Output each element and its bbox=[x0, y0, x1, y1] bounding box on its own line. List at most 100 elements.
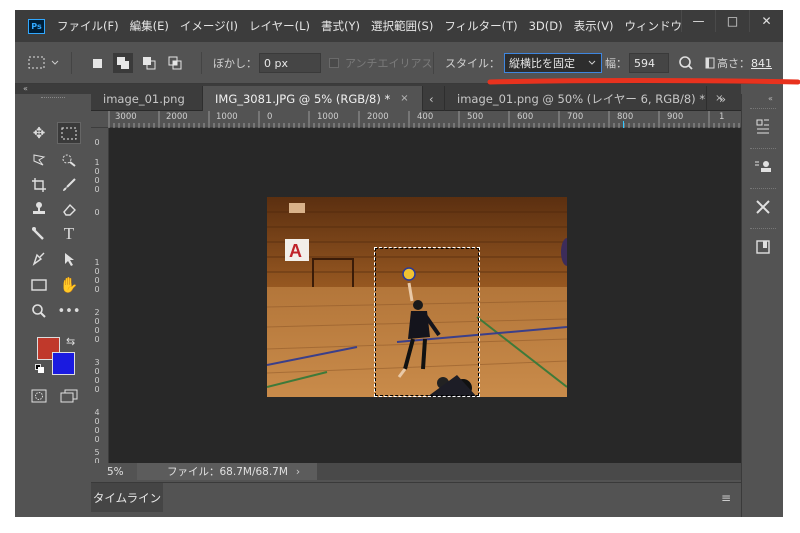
clone-source-panel-icon[interactable] bbox=[752, 156, 774, 178]
properties-panel-icon[interactable] bbox=[752, 236, 774, 258]
status-bar: 5% ファイル：68.7M/68.7M › bbox=[91, 463, 741, 480]
menu-items: ファイル(F) 編集(E) イメージ(I) レイヤー(L) 書式(Y) 選択範囲… bbox=[57, 10, 682, 42]
tools-panel: ✥ T ✋ ••• ⇆ bbox=[15, 94, 91, 404]
style-label: スタイル： bbox=[445, 57, 500, 70]
photoshop-window: Ps ファイル(F) 編集(E) イメージ(I) レイヤー(L) 書式(Y) 選… bbox=[15, 10, 783, 517]
zoom-level[interactable]: 5% bbox=[91, 466, 137, 478]
panel-collapse-left[interactable]: « bbox=[15, 84, 91, 94]
stamp-tool-icon[interactable] bbox=[27, 198, 51, 220]
panel-menu-icon[interactable]: ≡ bbox=[721, 491, 731, 505]
menu-view[interactable]: 表示(V) bbox=[574, 18, 614, 34]
ruler-label: 0 bbox=[94, 208, 100, 217]
tab-image-01-50[interactable]: image_01.png @ 50% (レイヤー 6, RGB/8) * × bbox=[445, 86, 723, 111]
panel-collapse-right[interactable]: « bbox=[768, 94, 773, 103]
feather-label: ぼかし： bbox=[213, 57, 257, 70]
intersect-selection-button[interactable] bbox=[165, 53, 185, 73]
menu-type[interactable]: 書式(Y) bbox=[321, 18, 360, 34]
tool-preset-picker[interactable] bbox=[27, 42, 60, 84]
style-select-value: 縦横比を固定 bbox=[509, 57, 575, 70]
more-tools-icon[interactable]: ••• bbox=[57, 300, 81, 322]
pen-tool-icon[interactable] bbox=[27, 248, 51, 270]
crop-tool-icon[interactable] bbox=[27, 174, 51, 196]
antialias-control: アンチエイリアス bbox=[329, 42, 433, 84]
menu-file[interactable]: ファイル(F) bbox=[57, 18, 119, 34]
horizontal-scrollbar[interactable] bbox=[317, 463, 741, 480]
rectangle-tool-icon[interactable] bbox=[27, 274, 51, 296]
ruler-label: 400 bbox=[417, 112, 434, 122]
tab-label: image_01.png bbox=[103, 91, 185, 106]
menu-edit[interactable]: 編集(E) bbox=[130, 18, 169, 34]
ruler-label: 700 bbox=[567, 112, 584, 122]
timeline-tab[interactable]: タイムライン bbox=[91, 483, 163, 512]
timeline-panel: タイムライン ≡ bbox=[91, 482, 741, 512]
menu-image[interactable]: イメージ(I) bbox=[180, 18, 238, 34]
ruler-vertical: 0 1 0 0 0 0 1 0 0 0 2 0 0 0 3 0 0 0 4 0 … bbox=[91, 128, 109, 466]
document-info-text: ファイル：68.7M/68.7M bbox=[167, 466, 288, 478]
type-tool-icon[interactable]: T bbox=[57, 223, 81, 245]
background-color-swatch[interactable] bbox=[52, 352, 75, 375]
move-tool-icon[interactable]: ✥ bbox=[27, 122, 51, 144]
ruler-label: 1 0 0 0 bbox=[94, 158, 100, 194]
menu-filter[interactable]: フィルター(T) bbox=[444, 18, 517, 34]
ruler-label: 3000 bbox=[115, 112, 137, 122]
ruler-label: 500 bbox=[467, 112, 484, 122]
new-selection-button[interactable] bbox=[87, 53, 107, 73]
ruler-label: 600 bbox=[517, 112, 534, 122]
panel-grip bbox=[41, 97, 65, 99]
ruler-horizontal: 3000 2000 1000 0 1000 2000 400 500 600 7… bbox=[91, 111, 741, 129]
menu-bar: Ps ファイル(F) 編集(E) イメージ(I) レイヤー(L) 書式(Y) 選… bbox=[15, 10, 783, 42]
chevron-down-icon bbox=[588, 60, 596, 65]
photoshop-logo: Ps bbox=[28, 19, 45, 34]
tab-scroll-left[interactable]: ‹ bbox=[423, 86, 445, 111]
subtract-selection-button[interactable] bbox=[139, 53, 159, 73]
ruler-label: 2 0 0 0 bbox=[94, 308, 100, 344]
close-tab-icon[interactable]: × bbox=[400, 93, 408, 104]
marquee-selection[interactable] bbox=[374, 247, 480, 397]
tab-overflow-button[interactable]: » bbox=[709, 86, 741, 111]
tab-label: image_01.png @ 50% (レイヤー 6, RGB/8) * bbox=[457, 91, 706, 106]
status-menu-arrow[interactable]: › bbox=[296, 466, 300, 478]
eraser-tool-icon[interactable] bbox=[57, 198, 81, 220]
menu-window[interactable]: ウィンドウ bbox=[624, 18, 682, 34]
ruler-label: 0 bbox=[267, 112, 273, 122]
maximize-button[interactable]: □ bbox=[715, 10, 749, 32]
document-tabs: image_01.png IMG_3081.JPG @ 5% (RGB/8) *… bbox=[91, 84, 741, 111]
add-selection-button[interactable] bbox=[113, 53, 133, 73]
quick-selection-tool-icon[interactable] bbox=[57, 149, 81, 171]
zoom-tool-icon[interactable] bbox=[27, 300, 51, 322]
right-panel-dock: « bbox=[741, 94, 783, 517]
tab-image-01[interactable]: image_01.png bbox=[91, 86, 203, 111]
ruler-label: 4 0 0 0 bbox=[94, 408, 100, 444]
width-input[interactable]: 594 bbox=[629, 53, 669, 73]
brush-tool-icon[interactable] bbox=[57, 174, 81, 196]
ruler-label: 1 bbox=[719, 112, 725, 122]
antialias-checkbox[interactable] bbox=[329, 58, 339, 68]
history-panel-icon[interactable] bbox=[752, 116, 774, 138]
ruler-ticks bbox=[108, 111, 740, 128]
tool-presets-panel-icon[interactable] bbox=[752, 196, 774, 218]
close-button[interactable]: ✕ bbox=[749, 10, 783, 32]
height-input[interactable]: 841 bbox=[750, 53, 774, 73]
rect-marquee-tool-icon[interactable] bbox=[57, 122, 81, 144]
minimize-button[interactable]: — bbox=[681, 10, 715, 32]
ruler-label: 2000 bbox=[367, 112, 389, 122]
swap-arrows-icon bbox=[679, 56, 693, 70]
quick-mask-icon[interactable] bbox=[27, 385, 51, 407]
menu-layer[interactable]: レイヤー(L) bbox=[249, 18, 310, 34]
path-selection-tool-icon[interactable] bbox=[57, 248, 81, 270]
antialias-label: アンチエイリアス bbox=[345, 57, 433, 70]
banner-letter: A bbox=[289, 241, 302, 261]
feather-input[interactable]: 0 px bbox=[259, 53, 321, 73]
menu-3d[interactable]: 3D(D) bbox=[529, 19, 563, 33]
hand-tool-icon[interactable]: ✋ bbox=[57, 274, 81, 296]
swap-colors-icon[interactable]: ⇆ bbox=[66, 335, 75, 348]
tab-img-3081[interactable]: IMG_3081.JPG @ 5% (RGB/8) * × bbox=[203, 86, 423, 111]
ruler-label: 800 bbox=[617, 112, 634, 122]
lasso-tool-icon[interactable] bbox=[27, 149, 51, 171]
style-select[interactable]: 縦横比を固定 bbox=[504, 53, 602, 73]
history-brush-tool-icon[interactable] bbox=[27, 223, 51, 245]
screen-mode-icon[interactable] bbox=[57, 385, 81, 407]
menu-select[interactable]: 選択範囲(S) bbox=[371, 18, 433, 34]
annotation-underline bbox=[487, 78, 800, 85]
default-colors-icon[interactable] bbox=[35, 364, 44, 373]
